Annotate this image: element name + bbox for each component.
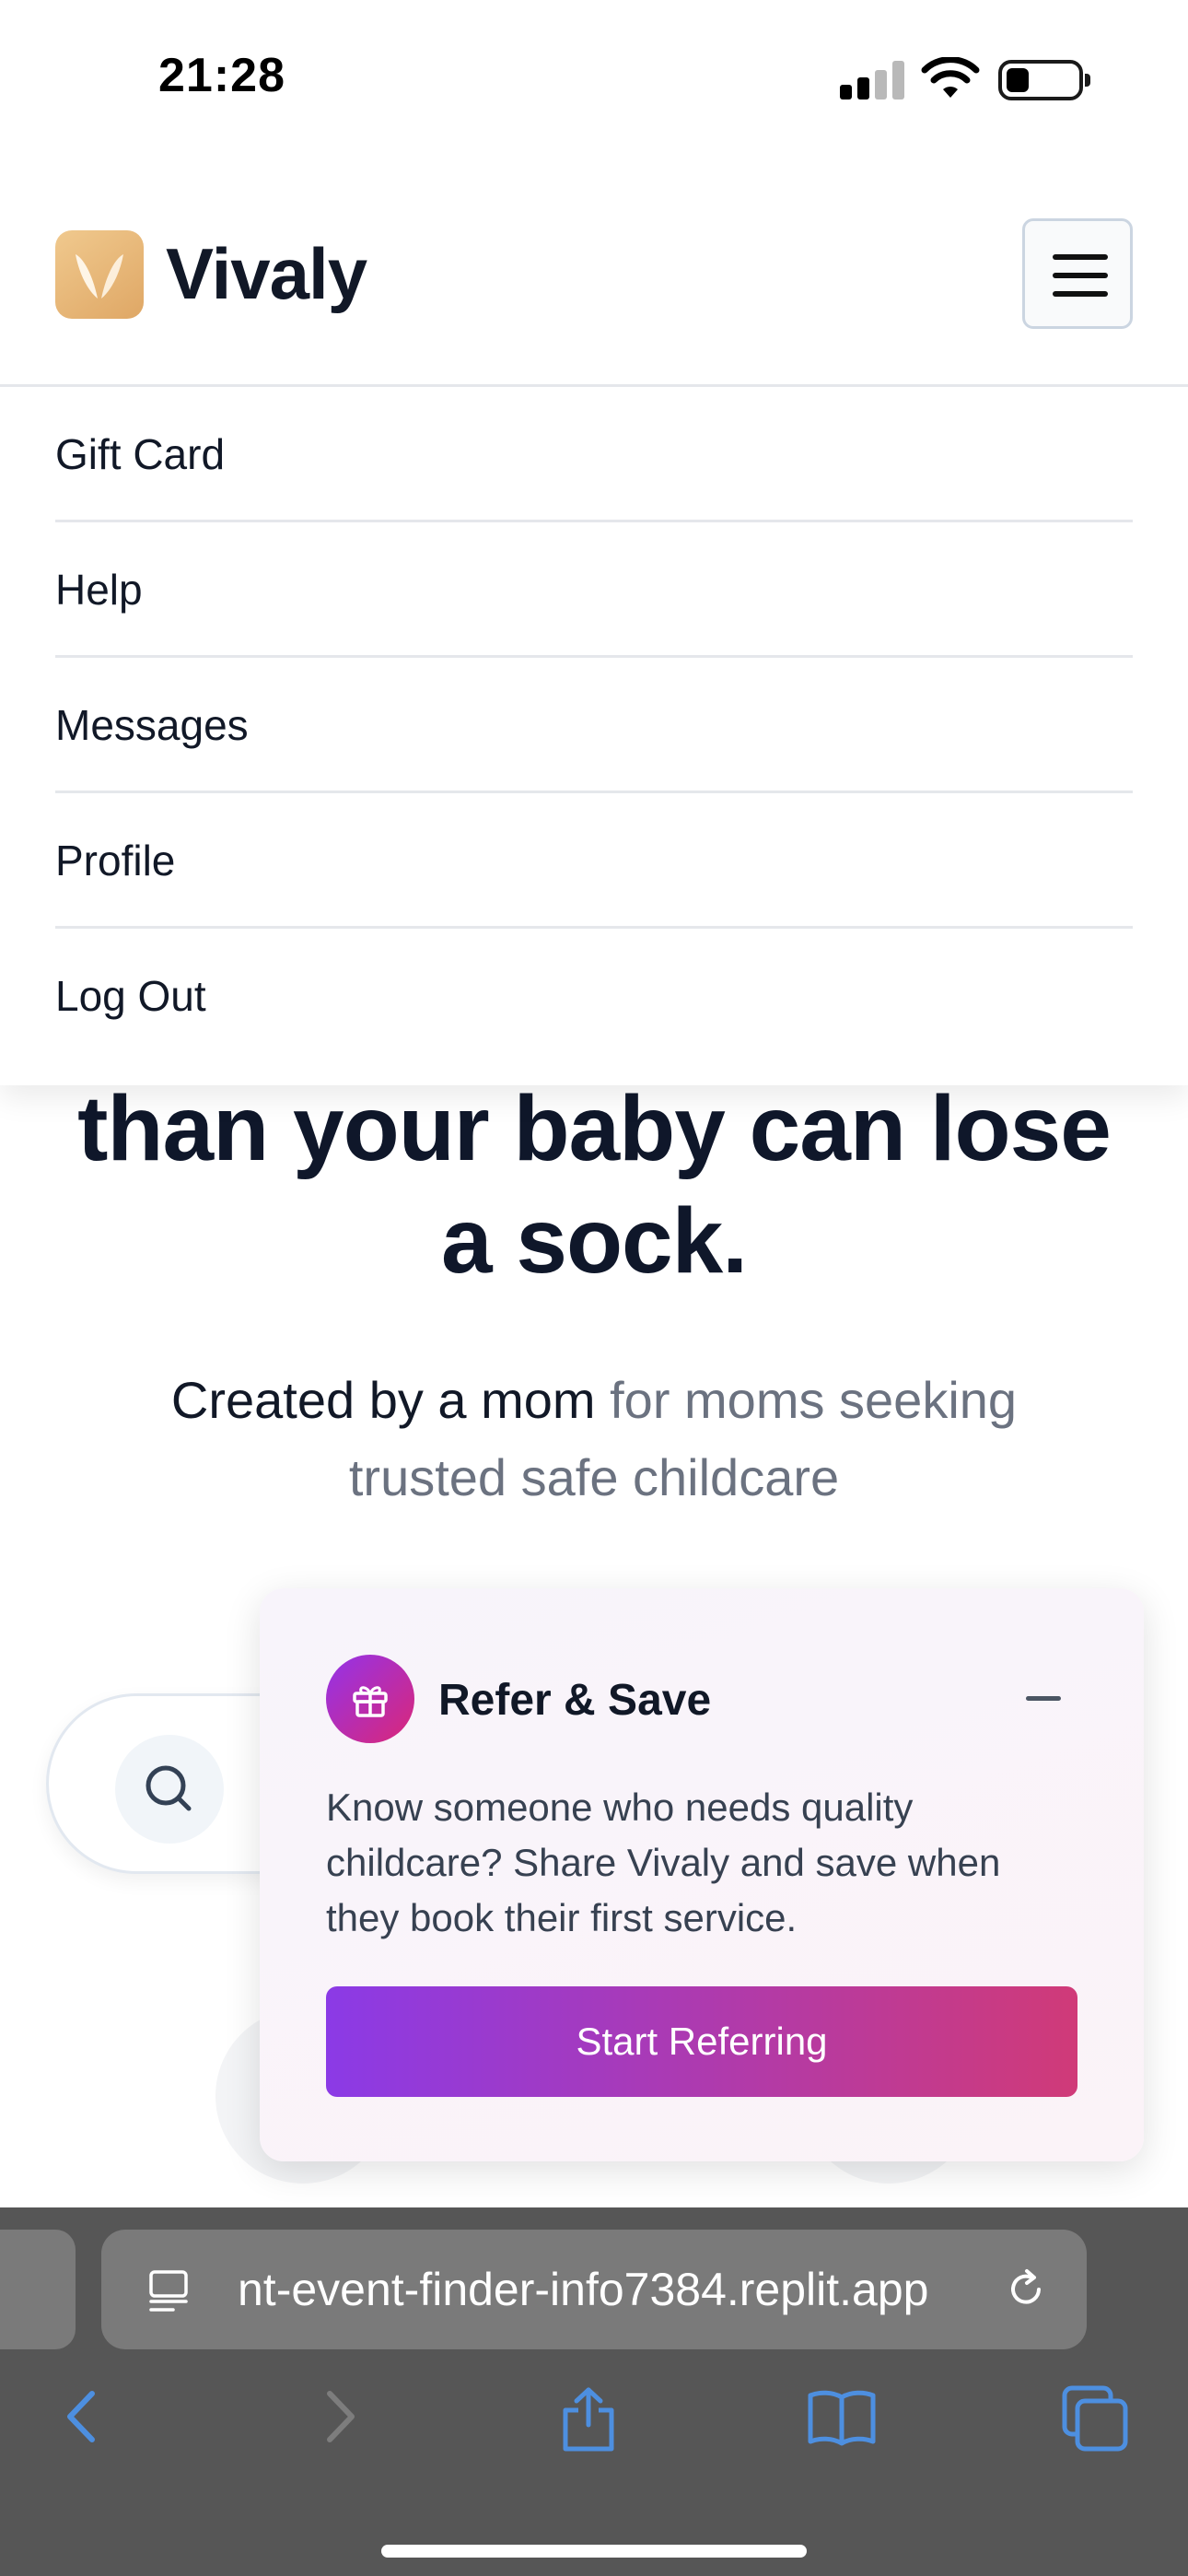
menu-item-messages[interactable]: Messages — [55, 658, 1133, 793]
vivaly-logo-icon[interactable] — [55, 230, 144, 319]
browser-toolbar: nt-event-finder-info7384.replit.app — [0, 2207, 1188, 2576]
menu-item-help[interactable]: Help — [55, 522, 1133, 658]
bookmarks-icon[interactable] — [805, 2384, 879, 2449]
wifi-icon — [921, 57, 980, 98]
menu-toggle-button[interactable] — [1022, 218, 1133, 329]
start-referring-button[interactable]: Start Referring — [326, 1986, 1077, 2097]
menu-item-profile[interactable]: Profile — [55, 793, 1133, 929]
battery-icon — [998, 60, 1090, 100]
reload-icon[interactable] — [1004, 2266, 1050, 2313]
refer-title: Refer & Save — [438, 1676, 712, 1725]
hamburger-icon — [1053, 254, 1108, 260]
hero-headline-line1: than your baby can lose — [77, 1077, 1112, 1180]
back-icon[interactable] — [57, 2384, 109, 2449]
menu-item-gift-card[interactable]: Gift Card — [55, 387, 1133, 522]
cellular-signal-icon — [840, 61, 904, 100]
site-header: Vivaly — [0, 157, 1188, 387]
address-bar[interactable]: nt-event-finder-info7384.replit.app — [101, 2230, 1087, 2349]
minimize-icon[interactable] — [1024, 1680, 1063, 1719]
page-menu-icon[interactable] — [146, 2268, 192, 2314]
brand-name[interactable]: Vivaly — [166, 232, 367, 316]
nav-dropdown: Gift Card Help Messages Profile Log Out — [0, 387, 1188, 1085]
status-time: 21:28 — [158, 49, 285, 102]
refer-description: Know someone who needs quality childcare… — [326, 1786, 1001, 1939]
menu-item-log-out[interactable]: Log Out — [55, 929, 1133, 1064]
subtitle-emphasis: Created by a mom — [170, 1371, 596, 1429]
search-icon — [115, 1735, 224, 1844]
tabs-icon[interactable] — [1061, 2384, 1129, 2453]
home-indicator — [381, 2545, 807, 2558]
status-bar: 21:28 — [0, 0, 1188, 157]
hero-subtitle: Created by a mom for moms seeking truste… — [92, 1362, 1096, 1516]
gift-icon — [326, 1655, 414, 1743]
url-text[interactable]: nt-event-finder-info7384.replit.app — [238, 2263, 984, 2316]
forward-icon[interactable] — [313, 2384, 365, 2449]
previous-tab[interactable] — [0, 2230, 76, 2349]
hero-headline-line2: a sock. — [440, 1189, 748, 1293]
share-icon[interactable] — [556, 2384, 621, 2453]
refer-and-save-card: Refer & Save Know someone who needs qual… — [260, 1588, 1144, 2161]
